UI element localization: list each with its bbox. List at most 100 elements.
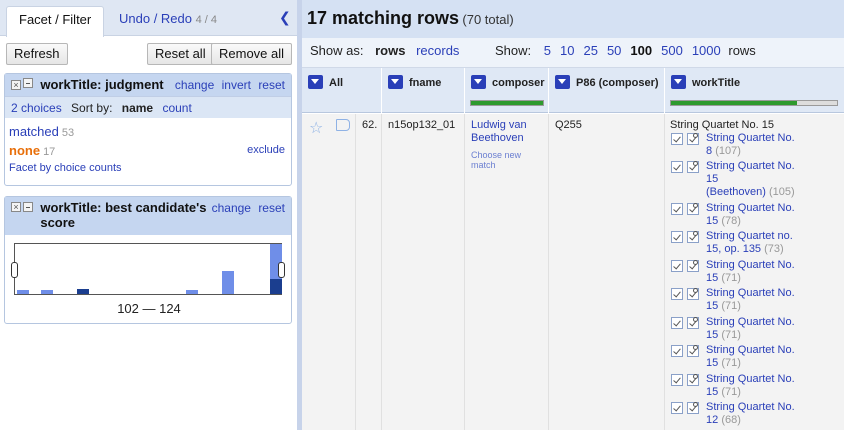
exclude-link[interactable]: exclude bbox=[247, 141, 285, 160]
page-size-1000[interactable]: 1000 bbox=[692, 43, 721, 58]
match-this-cell-icon[interactable] bbox=[671, 402, 683, 414]
match-this-cell-icon[interactable] bbox=[671, 374, 683, 386]
choices-count-link[interactable]: 2 choices bbox=[11, 101, 62, 115]
facet-reset-link[interactable]: reset bbox=[258, 78, 285, 92]
facet-score-title: workTitle: best candidate's score bbox=[40, 200, 207, 230]
candidate-name[interactable]: String Quartet No. bbox=[706, 132, 795, 144]
reset-all-button[interactable]: Reset all bbox=[147, 43, 214, 65]
tab-facet-filter[interactable]: Facet / Filter bbox=[6, 6, 105, 37]
candidate-score: (71) bbox=[721, 300, 741, 312]
candidate-name[interactable]: 15 bbox=[706, 173, 718, 185]
histogram-bar bbox=[186, 290, 198, 294]
page-size-50[interactable]: 50 bbox=[607, 43, 621, 58]
range-right-handle[interactable] bbox=[278, 262, 285, 278]
collapse-panel-icon[interactable]: ❮ bbox=[279, 9, 293, 25]
row-index: 62. bbox=[356, 114, 382, 430]
minimize-facet-icon[interactable] bbox=[23, 78, 33, 88]
score-histogram[interactable] bbox=[11, 243, 285, 295]
choice-none[interactable]: none 17 exclude bbox=[5, 141, 291, 160]
flag-icon[interactable] bbox=[336, 119, 350, 131]
choice-matched[interactable]: matched 53 bbox=[5, 122, 291, 141]
match-this-cell-icon[interactable] bbox=[671, 133, 683, 145]
candidate-name[interactable]: 12 bbox=[706, 414, 718, 426]
show-as-records[interactable]: records bbox=[416, 43, 459, 58]
match-all-cells-icon[interactable] bbox=[687, 345, 699, 357]
match-this-cell-icon[interactable] bbox=[671, 260, 683, 272]
facet-by-choice-counts-link[interactable]: Facet by choice counts bbox=[5, 162, 291, 174]
candidate-name[interactable]: 15 bbox=[706, 357, 718, 369]
column-menu-icon[interactable] bbox=[308, 75, 323, 89]
choice-label[interactable]: none bbox=[9, 143, 40, 158]
match-all-cells-icon[interactable] bbox=[687, 374, 699, 386]
facet-change-link[interactable]: change bbox=[175, 78, 214, 92]
column-name: composer bbox=[492, 77, 545, 89]
choose-new-match-link[interactable]: Choose new match bbox=[471, 150, 548, 170]
left-panel: Facet / Filter Undo / Redo 4 / 4 ❮ Refre… bbox=[0, 0, 297, 430]
match-all-cells-icon[interactable] bbox=[687, 260, 699, 272]
match-all-cells-icon[interactable] bbox=[687, 402, 699, 414]
candidate-name[interactable]: String Quartet No. bbox=[706, 373, 795, 385]
match-this-cell-icon[interactable] bbox=[671, 231, 683, 243]
candidate-name[interactable]: 15 bbox=[706, 215, 718, 227]
candidate-name[interactable]: String Quartet No. bbox=[706, 160, 795, 172]
candidate-name[interactable]: 15 bbox=[706, 300, 718, 312]
remove-facet-icon[interactable]: × bbox=[11, 80, 21, 90]
match-this-cell-icon[interactable] bbox=[671, 161, 683, 173]
match-all-cells-icon[interactable] bbox=[687, 288, 699, 300]
candidate-name[interactable]: String Quartet No. bbox=[706, 202, 795, 214]
show-as-label: Show as: bbox=[310, 43, 364, 58]
tab-undo-redo[interactable]: Undo / Redo 4 / 4 bbox=[107, 6, 229, 37]
cell-composer: Ludwig van Beethoven Choose new match bbox=[465, 114, 549, 430]
range-left-handle[interactable] bbox=[11, 262, 18, 278]
minimize-facet-icon[interactable] bbox=[23, 202, 33, 212]
column-menu-icon[interactable] bbox=[471, 75, 486, 89]
match-all-cells-icon[interactable] bbox=[687, 161, 699, 173]
match-all-cells-icon[interactable] bbox=[687, 317, 699, 329]
candidate-name[interactable]: String Quartet No. bbox=[706, 287, 795, 299]
facet-change-link[interactable]: change bbox=[212, 201, 251, 215]
sort-by-count[interactable]: count bbox=[162, 101, 191, 115]
column-menu-icon[interactable] bbox=[388, 75, 403, 89]
composer-match-link[interactable]: Ludwig van Beethoven bbox=[471, 119, 548, 145]
candidate-name[interactable]: 8 bbox=[706, 145, 712, 157]
remove-facet-icon[interactable]: × bbox=[11, 202, 21, 212]
candidate-name[interactable]: String Quartet no. bbox=[706, 230, 793, 242]
page-size-10[interactable]: 10 bbox=[560, 43, 574, 58]
column-menu-icon[interactable] bbox=[671, 75, 686, 89]
facet-sort-bar: 2 choices Sort by: name count bbox=[5, 96, 291, 118]
candidate-item: String Quartet No. 15 (71) bbox=[671, 373, 831, 399]
candidate-name[interactable]: String Quartet No. bbox=[706, 344, 795, 356]
histogram-bar bbox=[270, 279, 282, 294]
choice-label[interactable]: matched bbox=[9, 124, 59, 139]
match-this-cell-icon[interactable] bbox=[671, 288, 683, 300]
refresh-button[interactable]: Refresh bbox=[6, 43, 68, 65]
candidate-name[interactable]: String Quartet No. bbox=[706, 259, 795, 271]
candidate-name[interactable]: 15, op. 135 bbox=[706, 243, 761, 255]
candidate-name[interactable]: String Quartet No. bbox=[706, 401, 795, 413]
show-as-rows[interactable]: rows bbox=[375, 43, 405, 58]
page-size-5[interactable]: 5 bbox=[544, 43, 551, 58]
page-size-25[interactable]: 25 bbox=[583, 43, 597, 58]
match-this-cell-icon[interactable] bbox=[671, 345, 683, 357]
remove-all-button[interactable]: Remove all bbox=[211, 43, 293, 65]
candidate-name[interactable]: 15 bbox=[706, 272, 718, 284]
candidate-name[interactable]: 15 bbox=[706, 329, 718, 341]
candidate-name[interactable]: String Quartet No. bbox=[706, 316, 795, 328]
column-menu-icon[interactable] bbox=[555, 75, 570, 89]
match-all-cells-icon[interactable] bbox=[687, 133, 699, 145]
match-this-cell-icon[interactable] bbox=[671, 203, 683, 215]
page-size-selector: Show: 5 10 25 50 100 500 1000 rows bbox=[495, 40, 756, 61]
match-all-cells-icon[interactable] bbox=[687, 203, 699, 215]
match-all-cells-icon[interactable] bbox=[687, 231, 699, 243]
match-this-cell-icon[interactable] bbox=[671, 317, 683, 329]
candidate-name[interactable]: (Beethoven) bbox=[706, 186, 766, 198]
star-icon[interactable]: ☆ bbox=[309, 118, 323, 138]
candidate-name[interactable]: 15 bbox=[706, 386, 718, 398]
page-size-500[interactable]: 500 bbox=[661, 43, 683, 58]
facet-reset-link[interactable]: reset bbox=[258, 201, 285, 215]
column-header-all: All bbox=[302, 68, 382, 113]
sort-by-name[interactable]: name bbox=[122, 101, 153, 115]
composer-match-bar bbox=[470, 100, 544, 106]
facet-invert-link[interactable]: invert bbox=[222, 78, 251, 92]
page-size-100[interactable]: 100 bbox=[630, 43, 652, 58]
